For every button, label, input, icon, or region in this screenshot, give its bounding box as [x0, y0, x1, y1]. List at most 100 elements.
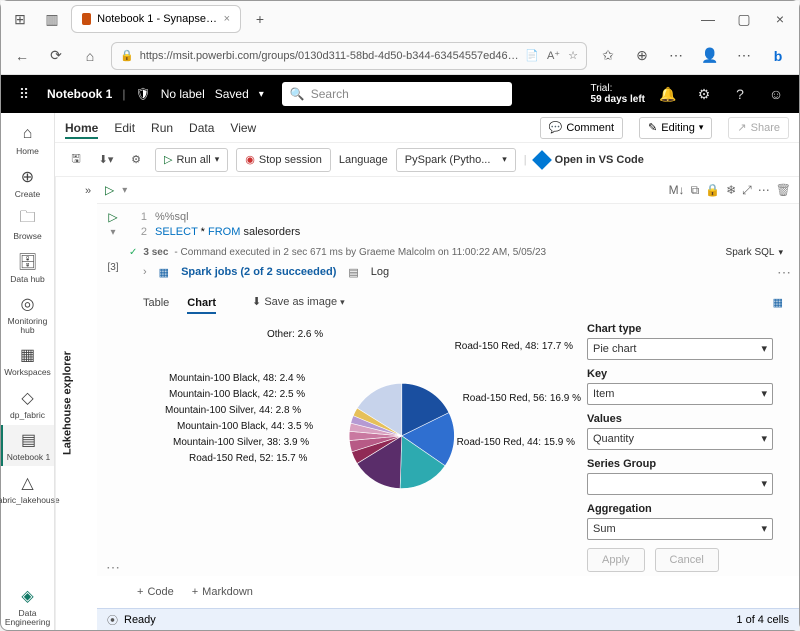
vscode-icon: [532, 150, 552, 170]
notebook-name[interactable]: Notebook 1: [47, 87, 112, 101]
comment-button[interactable]: 💬Comment: [540, 117, 623, 139]
language-select[interactable]: PySpark (Pytho...▾: [396, 148, 516, 172]
new-tab-button[interactable]: +: [247, 6, 273, 32]
settings-icon[interactable]: ⚙: [125, 149, 147, 171]
rail-item-home[interactable]: ⌂Home: [1, 119, 54, 160]
stop-session-button[interactable]: ◉Stop session: [236, 148, 331, 172]
run-cell-inline-icon[interactable]: ▷: [108, 210, 117, 224]
maximize-icon[interactable]: ▢: [731, 6, 757, 32]
close-tab-icon[interactable]: ×: [224, 13, 230, 25]
output-tab-table[interactable]: Table: [143, 297, 169, 312]
download-icon[interactable]: ⬇▾: [95, 149, 117, 171]
share-button[interactable]: ↗Share: [728, 117, 789, 139]
comment-icon: 💬: [549, 121, 563, 134]
lock-cell-icon[interactable]: 🔒: [705, 183, 720, 198]
editing-mode-button[interactable]: ✎Editing▾: [639, 117, 712, 139]
spark-jobs-link[interactable]: Spark jobs (2 of 2 succeeded): [181, 266, 336, 278]
cell-gutter-more-icon[interactable]: ⋯: [106, 559, 120, 576]
add-markdown-cell-button[interactable]: +Markdown: [192, 586, 253, 598]
menu-view[interactable]: View: [230, 121, 256, 137]
minimize-icon[interactable]: —: [695, 6, 721, 32]
menu-edit[interactable]: Edit: [114, 121, 135, 137]
log-link[interactable]: Log: [371, 266, 389, 278]
menu-run[interactable]: Run: [151, 121, 173, 137]
chevron-down-icon[interactable]: ▾: [122, 185, 127, 196]
delete-cell-icon[interactable]: 🗑: [776, 183, 791, 198]
workspaces-icon[interactable]: ⊞: [7, 6, 33, 32]
freeze-cell-icon[interactable]: ❄: [726, 183, 736, 198]
expand-explorer-icon[interactable]: »: [85, 185, 91, 630]
run-all-button[interactable]: ▷Run all▾: [155, 148, 228, 172]
apply-button[interactable]: Apply: [587, 548, 645, 572]
url-input[interactable]: 🔒 https://msit.powerbi.com/groups/0130d3…: [111, 42, 587, 70]
gear-icon[interactable]: ⚙: [691, 86, 717, 103]
sidebar-icon[interactable]: ▥: [39, 6, 65, 32]
sensitivity-label[interactable]: No label: [161, 87, 205, 101]
cell-language-select[interactable]: Spark SQL▾: [726, 247, 783, 258]
home-icon[interactable]: ⌂: [77, 43, 103, 69]
output-more-icon[interactable]: ⋯: [777, 264, 791, 281]
slice-label: Road-150 Red, 44: 15.9 %: [457, 437, 575, 448]
bing-icon[interactable]: b: [765, 43, 791, 69]
back-icon[interactable]: ←: [9, 43, 35, 69]
folder-icon: 🗀: [17, 208, 39, 230]
save-icon[interactable]: 🖫: [65, 149, 87, 171]
browser-addrbar: ← ⟳ ⌂ 🔒 https://msit.powerbi.com/groups/…: [1, 37, 799, 75]
chevron-down-icon[interactable]: ▾: [259, 89, 264, 100]
cell-status: ✓ 3 sec - Command executed in 2 sec 671 …: [129, 247, 791, 258]
lakehouse-explorer-handle[interactable]: Lakehouse explorer: [55, 177, 79, 630]
close-window-icon[interactable]: ×: [767, 6, 793, 32]
monitor-icon: ◎: [17, 293, 39, 315]
favorites-bar-icon[interactable]: ✩: [595, 43, 621, 69]
rail-item-data-engineering[interactable]: ◈Data Engineering: [1, 581, 54, 630]
menu-home[interactable]: Home: [65, 121, 98, 139]
cancel-button[interactable]: Cancel: [655, 548, 719, 572]
rail-item-workspaces[interactable]: ▦Workspaces: [1, 340, 54, 381]
chart-type-select[interactable]: Pie chart▾: [587, 338, 773, 360]
search-input[interactable]: 🔍 Search: [282, 82, 512, 106]
expand-jobs-icon[interactable]: ›: [143, 266, 147, 278]
collections-icon[interactable]: ⊕: [629, 43, 655, 69]
lock-icon: 🔒: [120, 49, 134, 62]
read-aloud-icon[interactable]: 📄: [525, 49, 539, 62]
slice-label: Road-150 Red, 56: 16.9 %: [463, 393, 581, 404]
aggregation-label: Aggregation: [587, 503, 773, 515]
app-launcher-icon[interactable]: ⠿: [11, 86, 37, 103]
copy-cell-icon[interactable]: ⧉: [691, 183, 700, 198]
help-icon[interactable]: ?: [727, 86, 753, 102]
markdown-toggle-icon[interactable]: M↓: [669, 183, 685, 198]
refresh-icon[interactable]: ⟳: [43, 43, 69, 69]
aggregation-select[interactable]: Sum▾: [587, 518, 773, 540]
extensions-icon[interactable]: ⋯: [663, 43, 689, 69]
run-cell-button[interactable]: ▷: [105, 183, 114, 197]
save-as-image-button[interactable]: ⬇ Save as image ▾: [252, 295, 345, 311]
rail-item-notebook-1[interactable]: ▤Notebook 1: [1, 425, 54, 466]
open-vscode-button[interactable]: Open in VS Code: [535, 153, 644, 167]
customize-chart-icon[interactable]: ▦: [773, 296, 783, 309]
nb-icon: ▤: [18, 429, 40, 451]
browser-tab[interactable]: Notebook 1 - Synapse Data Eng ×: [71, 5, 241, 33]
more-icon[interactable]: ⋯: [731, 43, 757, 69]
menu-data[interactable]: Data: [189, 121, 214, 137]
cell-more-icon[interactable]: ⋯: [758, 183, 770, 198]
profile-icon[interactable]: 👤: [697, 43, 723, 69]
series-select[interactable]: ▾: [587, 473, 773, 495]
text-size-icon[interactable]: A⁺: [547, 49, 560, 62]
rail-item-create[interactable]: ⊕Create: [1, 162, 54, 203]
values-select[interactable]: Quantity▾: [587, 428, 773, 450]
bell-icon[interactable]: 🔔: [655, 86, 681, 103]
rail-item-monitoring-hub[interactable]: ◎Monitoring hub: [1, 289, 54, 338]
add-code-cell-button[interactable]: +Code: [137, 586, 174, 598]
key-select[interactable]: Item▾: [587, 383, 773, 405]
search-placeholder: Search: [311, 87, 349, 101]
cell-chevron-icon[interactable]: ▾: [110, 227, 115, 238]
favorite-icon[interactable]: ☆: [568, 49, 578, 62]
rail-item-browse[interactable]: 🗀Browse: [1, 204, 54, 245]
cell-index: [3]: [107, 262, 118, 273]
rail-item-data-hub[interactable]: 🗄Data hub: [1, 247, 54, 288]
code-editor[interactable]: 1%%sql2SELECT * FROM salesorders: [129, 210, 791, 241]
rail-item-dp_fabric[interactable]: ◇dp_fabric: [1, 383, 54, 424]
rail-item-fabric_lakehouse[interactable]: △fabric_lakehouse: [1, 468, 54, 509]
collapse-cell-icon[interactable]: ⤢: [742, 183, 752, 198]
feedback-icon[interactable]: ☺: [763, 86, 789, 102]
